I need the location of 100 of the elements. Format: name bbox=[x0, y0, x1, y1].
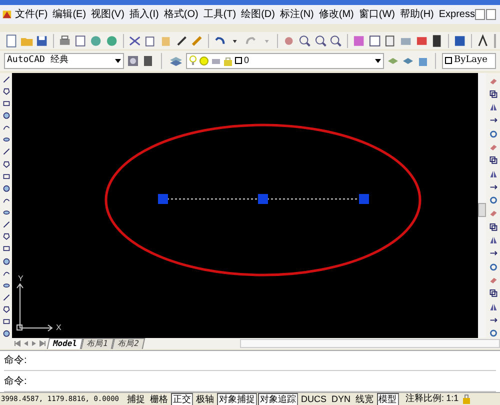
bulb-icon bbox=[189, 54, 197, 67]
polygon-tool-icon[interactable] bbox=[2, 160, 10, 168]
curve-tool-icon[interactable] bbox=[2, 196, 10, 204]
scissors-icon[interactable] bbox=[128, 34, 142, 48]
workspace-dropdown[interactable]: AutoCAD 经典 bbox=[4, 52, 124, 69]
move-tool-icon[interactable] bbox=[488, 316, 498, 324]
next-tab-button[interactable] bbox=[31, 340, 37, 347]
status-toggle-button[interactable]: 模型 bbox=[376, 392, 399, 405]
status-toggle-button[interactable]: DUCS bbox=[299, 392, 329, 405]
document-icon[interactable] bbox=[4, 34, 18, 48]
first-tab-button[interactable] bbox=[14, 340, 21, 347]
curve-tool-icon[interactable] bbox=[2, 124, 10, 132]
menu-item[interactable]: 视图(V) bbox=[91, 6, 124, 22]
copy-tool-icon[interactable] bbox=[488, 222, 498, 232]
polygon-tool-icon[interactable] bbox=[2, 306, 10, 314]
menu-item[interactable]: 格式(O) bbox=[164, 6, 198, 22]
menu-item[interactable]: 窗口(W) bbox=[358, 6, 395, 22]
drawing-canvas[interactable]: Y X bbox=[12, 72, 478, 338]
menu-item[interactable]: 帮助(H) bbox=[400, 6, 434, 22]
menu-item[interactable]: 插入(I) bbox=[129, 6, 159, 22]
ucs-axes-icon bbox=[16, 282, 53, 332]
grip-handle[interactable] bbox=[158, 194, 168, 204]
rectangle-tool-icon[interactable] bbox=[2, 172, 10, 180]
workspace-value: AutoCAD 经典 bbox=[7, 54, 70, 68]
copy-tool-icon[interactable] bbox=[488, 289, 498, 298]
minimize-button[interactable] bbox=[475, 8, 485, 20]
status-toggle-button[interactable]: 捕捉 bbox=[125, 392, 148, 405]
eraser-icon[interactable] bbox=[488, 76, 498, 85]
status-toggle-button[interactable]: 极轴 bbox=[194, 392, 216, 405]
restore-button[interactable] bbox=[486, 8, 496, 20]
grip-handle[interactable] bbox=[258, 194, 268, 204]
text-field[interactable] bbox=[494, 34, 496, 48]
status-toggle-button[interactable]: 线宽 bbox=[354, 392, 376, 405]
mirror-tool-icon[interactable] bbox=[488, 302, 498, 311]
ellipse-tool-icon[interactable] bbox=[2, 282, 10, 290]
circle-tool-icon[interactable] bbox=[2, 184, 10, 192]
rotate-tool-icon[interactable] bbox=[488, 329, 498, 338]
horizontal-scrollbar[interactable] bbox=[240, 338, 500, 348]
mirror-tool-icon[interactable] bbox=[488, 236, 498, 244]
mirror-tool-icon[interactable] bbox=[488, 170, 498, 178]
layer-name: 0 bbox=[244, 54, 250, 68]
menu-item[interactable]: 绘图(D) bbox=[241, 6, 275, 22]
copy-tool-icon[interactable] bbox=[488, 90, 498, 98]
rotate-tool-icon[interactable] bbox=[488, 262, 498, 271]
last-tab-button[interactable] bbox=[39, 340, 46, 347]
rectangle-tool-icon[interactable] bbox=[2, 318, 10, 326]
line-tool-icon[interactable] bbox=[2, 76, 10, 83]
status-toggle-button[interactable]: DYN bbox=[330, 392, 353, 405]
color-swatch bbox=[445, 57, 452, 64]
move-tool-icon[interactable] bbox=[488, 249, 498, 258]
circle-tool-icon[interactable] bbox=[2, 258, 10, 265]
scroll-thumb[interactable] bbox=[478, 202, 486, 217]
line-tool-icon[interactable] bbox=[2, 294, 10, 302]
printer-icon[interactable] bbox=[58, 34, 72, 48]
ellipse-tool-icon[interactable] bbox=[2, 136, 10, 144]
copy-tool-icon[interactable] bbox=[488, 156, 498, 165]
brush-icon[interactable] bbox=[174, 34, 188, 48]
rotate-tool-icon[interactable] bbox=[488, 130, 498, 138]
layer-dropdown[interactable]: 0 bbox=[186, 52, 384, 69]
eraser-icon[interactable] bbox=[488, 209, 498, 218]
status-toggle-button[interactable]: 栅格 bbox=[148, 392, 170, 405]
menu-item[interactable]: 编辑(E) bbox=[52, 6, 86, 22]
status-toggle-button[interactable]: 正交 bbox=[171, 392, 194, 405]
polygon-tool-icon[interactable] bbox=[2, 88, 10, 95]
x-axis-label: X bbox=[56, 322, 62, 334]
polygon-tool-icon[interactable] bbox=[2, 233, 10, 240]
line-tool-icon[interactable] bbox=[2, 148, 10, 156]
eraser-icon[interactable] bbox=[488, 276, 498, 284]
move-tool-icon[interactable] bbox=[488, 116, 498, 125]
rotate-tool-icon[interactable] bbox=[488, 196, 498, 204]
menu-item[interactable]: 标注(N) bbox=[280, 6, 314, 22]
rectangle-tool-icon[interactable] bbox=[2, 245, 10, 253]
move-tool-icon[interactable] bbox=[488, 182, 498, 192]
circle-tool-icon[interactable] bbox=[2, 112, 10, 120]
prev-tab-button[interactable] bbox=[23, 340, 29, 347]
grip-handle[interactable] bbox=[359, 194, 369, 204]
color-dropdown[interactable]: ByLaye bbox=[442, 52, 496, 69]
annotation-scale-value[interactable]: 1:1 bbox=[446, 392, 459, 405]
status-toggle-button[interactable]: 对象追踪 bbox=[258, 392, 298, 405]
zoom-icon[interactable] bbox=[329, 34, 343, 48]
menu-item[interactable]: 工具(T) bbox=[203, 6, 236, 22]
zoom-icon[interactable] bbox=[298, 34, 312, 48]
curve-tool-icon[interactable] bbox=[2, 270, 10, 277]
mirror-tool-icon[interactable] bbox=[488, 103, 498, 112]
menu-item[interactable]: 修改(M) bbox=[318, 6, 354, 22]
circle-tool-icon[interactable] bbox=[2, 330, 10, 338]
status-toggle-button[interactable]: 对象捕捉 bbox=[217, 392, 258, 405]
lock-icon[interactable] bbox=[462, 394, 471, 404]
rectangle-tool-icon[interactable] bbox=[2, 100, 10, 107]
gear-icon[interactable] bbox=[127, 54, 139, 67]
menu-item[interactable]: Express bbox=[438, 6, 475, 22]
zoom-icon[interactable] bbox=[314, 34, 328, 48]
document-icon[interactable] bbox=[383, 34, 397, 48]
text-style-icon[interactable] bbox=[476, 34, 490, 48]
ellipse-tool-icon[interactable] bbox=[2, 209, 10, 216]
eraser-icon[interactable] bbox=[488, 143, 498, 152]
menu-item[interactable]: 文件(F) bbox=[14, 6, 48, 22]
vertical-scrollbar[interactable] bbox=[478, 72, 486, 338]
copy-icon[interactable] bbox=[143, 34, 157, 48]
line-tool-icon[interactable] bbox=[2, 221, 10, 228]
